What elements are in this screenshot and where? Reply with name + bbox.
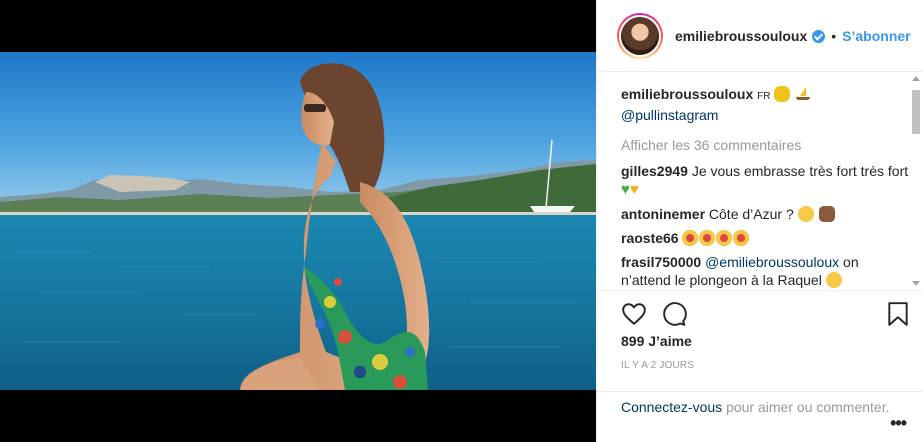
post-actions: 899 J’aime IL Y A 2 JOURS Connectez-vous… — [597, 290, 923, 442]
star-struck-emoji-icon — [733, 230, 750, 246]
login-prompt-text: pour aimer ou commenter. — [726, 399, 890, 415]
action-bar — [597, 291, 923, 335]
sailboat-emoji-icon — [795, 86, 811, 102]
separator-dot: • — [831, 27, 837, 44]
sun-emoji-icon — [774, 86, 791, 102]
header-username[interactable]: emiliebroussouloux — [675, 28, 807, 44]
comments-list[interactable]: emiliebroussouloux FR @pullinstagram Aff… — [597, 73, 923, 290]
comment-item: raoste66 — [621, 229, 912, 247]
post-side-panel: emiliebroussouloux • S’abonner emiliebro… — [596, 0, 923, 442]
avatar[interactable] — [617, 12, 663, 59]
post-timestamp: IL Y A 2 JOURS — [621, 360, 695, 371]
post-caption: emiliebroussouloux FR @pullinstagram — [621, 85, 912, 124]
post-header: emiliebroussouloux • S’abonner — [597, 0, 923, 72]
comments-scrollbar[interactable] — [911, 76, 921, 288]
login-prompt: Connectez-vous pour aimer ou commenter. — [597, 391, 923, 442]
green-heart-emoji-icon: ♥ — [621, 181, 630, 198]
comment-bubble-icon[interactable] — [661, 301, 687, 327]
hand-emoji-icon — [818, 206, 835, 222]
scroll-up-arrow-icon[interactable] — [912, 76, 920, 81]
bookmark-icon[interactable] — [886, 301, 912, 327]
scroll-down-arrow-icon[interactable] — [912, 281, 920, 286]
more-options-button[interactable]: ••• — [890, 413, 907, 434]
yellow-heart-emoji-icon: ♥ — [629, 181, 639, 198]
view-all-comments-link[interactable]: Afficher les 36 commentaires — [621, 136, 912, 154]
post-photo[interactable] — [0, 52, 596, 390]
comment-username[interactable]: raoste66 — [621, 230, 679, 246]
rolling-eyes-emoji-icon — [797, 206, 814, 222]
scrollbar-thumb[interactable] — [912, 90, 920, 134]
caption-username[interactable]: emiliebroussouloux — [621, 86, 753, 102]
star-struck-emoji-icon — [699, 230, 716, 246]
comment-mention[interactable]: @emiliebroussouloux — [705, 254, 839, 270]
post-media — [0, 0, 596, 442]
comment-text: Côte d’Azur ? — [708, 206, 794, 222]
comment-text: Je vous embrasse très fort très fort — [691, 163, 909, 179]
comment-username[interactable]: frasil750000 — [621, 254, 701, 270]
laughing-emoji-icon — [825, 272, 842, 288]
follow-button[interactable]: S’abonner — [842, 28, 910, 44]
caption-text: FR — [757, 91, 771, 102]
verified-badge-icon — [812, 30, 826, 43]
star-struck-emoji-icon — [682, 230, 699, 246]
login-link[interactable]: Connectez-vous — [621, 399, 722, 415]
comment-item: antoninemer Côte d’Azur ? — [621, 205, 912, 223]
comment-username[interactable]: gilles2949 — [621, 163, 688, 179]
comment-username[interactable]: antoninemer — [621, 206, 705, 222]
heart-icon[interactable] — [621, 301, 647, 327]
like-count[interactable]: 899 J’aime — [621, 333, 692, 349]
comment-item: gilles2949 Je vous embrasse très fort tr… — [621, 162, 912, 199]
comment-item: frasil750000 @emiliebroussouloux on n’at… — [621, 253, 912, 289]
star-struck-emoji-icon — [716, 230, 733, 246]
caption-tag-mention[interactable]: @pullinstagram — [621, 106, 912, 124]
